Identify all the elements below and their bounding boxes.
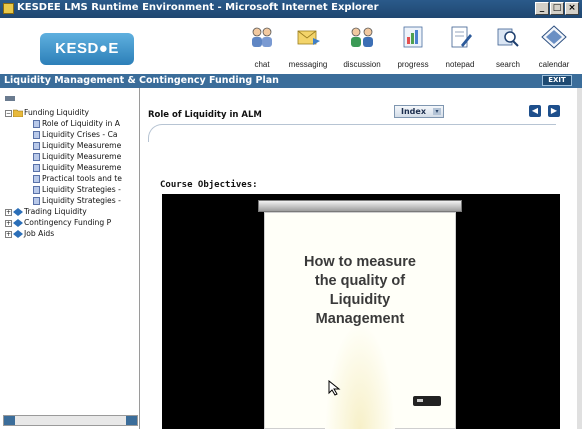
folder-open-icon <box>13 109 23 117</box>
messaging-icon <box>297 30 320 45</box>
content-pane: Role of Liquidity in ALM Index ▾ ◀ ▶ Cou… <box>140 88 578 429</box>
window-title-bar[interactable]: KESDEE LMS Runtime Environment - Microso… <box>0 0 582 18</box>
tree-node-label: Funding Liquidity <box>24 108 90 117</box>
chevron-down-icon: ▾ <box>433 108 441 115</box>
notepad-icon <box>451 26 472 48</box>
module-icon <box>13 208 23 216</box>
computer-icon <box>5 96 15 101</box>
tree-horizontal-scrollbar[interactable] <box>3 415 138 426</box>
close-button[interactable]: × <box>565 2 579 15</box>
tree-item-label: Role of Liquidity in A <box>42 119 120 128</box>
projector-screen: How to measure the quality of Liquidity … <box>264 212 456 429</box>
expand-toggle[interactable]: + <box>5 230 12 238</box>
projector-screen-roller <box>258 200 462 212</box>
tree-item[interactable]: Liquidity Strategies - <box>5 185 139 196</box>
search-icon <box>497 28 519 47</box>
objectives-video-frame[interactable]: How to measure the quality of Liquidity … <box>162 194 560 429</box>
tree-node-trading-liquidity[interactable]: + Trading Liquidity <box>5 207 139 218</box>
course-title-bar: Liquidity Management & Contingency Fundi… <box>0 74 582 88</box>
tree-item[interactable]: Liquidity Measureme <box>5 141 139 152</box>
tree-item[interactable]: Liquidity Measureme <box>5 152 139 163</box>
exit-button[interactable]: EXIT <box>542 75 572 86</box>
page-icon <box>33 131 40 139</box>
previous-page-button[interactable]: ◀ <box>529 105 541 117</box>
index-dropdown[interactable]: Index ▾ <box>394 105 444 118</box>
title-divider <box>148 124 556 142</box>
course-tree: − Funding Liquidity Role of Liquidity in … <box>5 108 139 240</box>
app-header: KESD●E chat messaging discussion progres… <box>0 18 582 74</box>
discussion-icon <box>351 27 373 47</box>
tree-item[interactable]: Liquidity Measureme <box>5 163 139 174</box>
page-icon <box>33 175 40 183</box>
index-label: Index <box>401 107 426 116</box>
tree-item-label: Liquidity Crises - Ca <box>42 130 118 139</box>
tree-node-label: Contingency Funding P <box>24 218 112 227</box>
window-title: KESDEE LMS Runtime Environment - Microso… <box>17 2 379 13</box>
window-controls: _ □ × <box>535 2 579 15</box>
course-title: Liquidity Management & Contingency Fundi… <box>4 75 279 86</box>
page-icon <box>33 153 40 161</box>
headline-line: Liquidity <box>329 292 391 308</box>
calendar-icon <box>541 25 567 49</box>
headline-line: the quality of <box>314 273 406 289</box>
page-title: Role of Liquidity in ALM <box>148 110 262 120</box>
tree-item-label: Liquidity Strategies - <box>42 185 121 194</box>
tree-item[interactable]: Liquidity Crises - Ca <box>5 130 139 141</box>
course-objectives-heading: Course Objectives: <box>160 180 258 190</box>
tree-item-label: Practical tools and te <box>42 174 122 183</box>
headline-line: How to measure <box>304 254 416 270</box>
screen-headline: How to measure the quality of Liquidity … <box>265 253 455 329</box>
pointer-cursor-icon <box>328 380 341 396</box>
tree-node-contingency-funding[interactable]: + Contingency Funding P <box>5 218 139 229</box>
tree-item-label: Liquidity Measureme <box>42 141 122 150</box>
tree-item-label: Liquidity Strategies - <box>42 196 121 205</box>
page-icon <box>33 186 40 194</box>
scroll-right-button[interactable] <box>126 416 137 425</box>
page-icon <box>33 164 40 172</box>
toolbar-calendar[interactable]: calendar <box>528 22 580 72</box>
collapse-toggle[interactable]: − <box>5 109 12 117</box>
progress-icon <box>403 26 423 48</box>
next-page-button[interactable]: ▶ <box>548 105 560 117</box>
toolbar-messaging[interactable]: messaging <box>282 22 334 72</box>
tree-node-job-aids[interactable]: + Job Aids <box>5 229 139 240</box>
page-vertical-scrollbar[interactable] <box>577 88 582 429</box>
scroll-left-button[interactable] <box>4 416 15 425</box>
course-tree-panel: − Funding Liquidity Role of Liquidity in … <box>0 88 140 429</box>
kesdee-logo: KESD●E <box>40 33 134 65</box>
page-icon <box>33 197 40 205</box>
page-icon <box>33 120 40 128</box>
tree-item[interactable]: Practical tools and te <box>5 174 139 185</box>
ie-window-icon <box>3 3 14 14</box>
chat-icon <box>252 27 272 47</box>
spotlight-glow <box>325 323 395 429</box>
tree-node-funding-liquidity[interactable]: − Funding Liquidity <box>5 108 139 119</box>
tree-item[interactable]: Role of Liquidity in A <box>5 119 139 130</box>
toolbar-label: calendar <box>538 60 570 69</box>
maximize-button[interactable]: □ <box>550 2 564 15</box>
module-icon <box>13 230 23 238</box>
tree-node-label: Trading Liquidity <box>24 207 87 216</box>
tree-item[interactable]: Liquidity Strategies - <box>5 196 139 207</box>
tree-node-label: Job Aids <box>24 229 55 238</box>
tree-item-label: Liquidity Measureme <box>42 152 122 161</box>
tree-item-label: Liquidity Measureme <box>42 163 122 172</box>
module-icon <box>13 219 23 227</box>
expand-toggle[interactable]: + <box>5 219 12 227</box>
expand-toggle[interactable]: + <box>5 208 12 216</box>
page-icon <box>33 142 40 150</box>
headline-line: Management <box>315 311 405 327</box>
minimize-button[interactable]: _ <box>535 2 549 15</box>
remote-control-icon <box>413 396 441 406</box>
